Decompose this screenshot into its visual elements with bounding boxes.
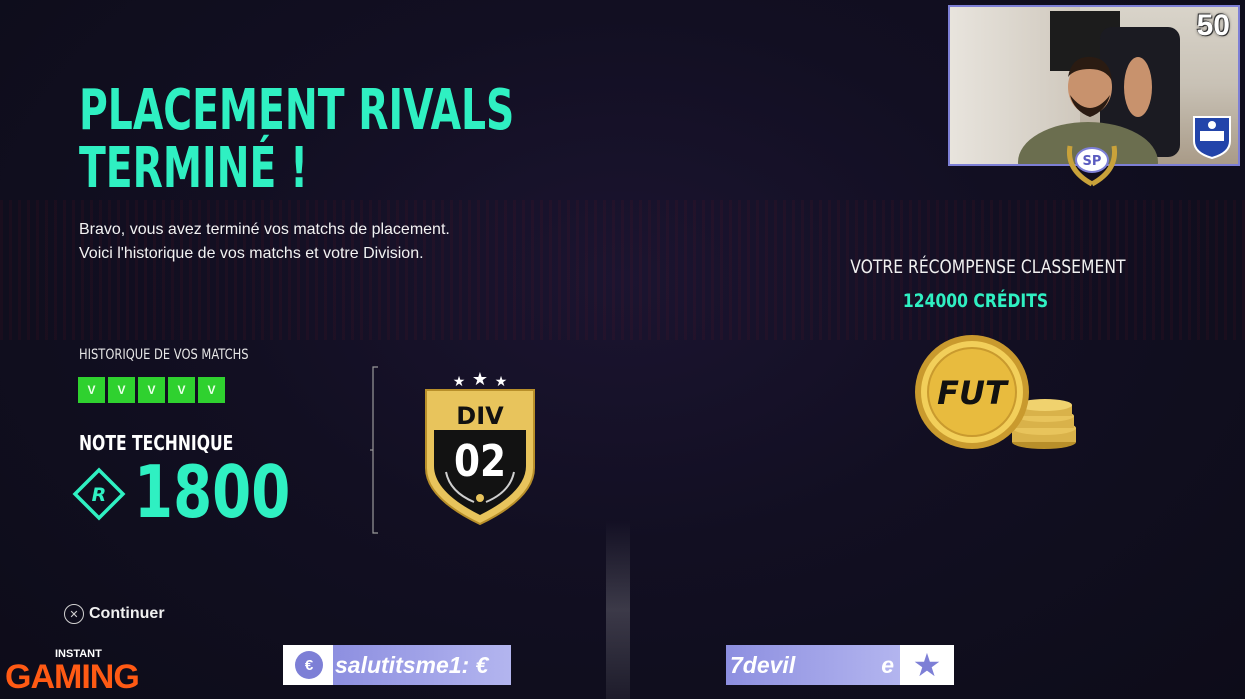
technical-rating-value: 1800 (134, 450, 291, 534)
viewer-count: 50 (1196, 9, 1230, 42)
reward-value: 124000 CRÉDITS (820, 290, 1130, 312)
follow-alert: 7devil e ★ (726, 645, 954, 685)
sponsor-big-text: GAMING (5, 658, 140, 696)
donation-alert: € salutitsme1: € (283, 645, 511, 685)
match-result: V (168, 377, 195, 403)
rating-diamond-icon: R (72, 467, 126, 521)
reward-label-text: VOTRE RÉCOMPENSE CLASSEMENT (850, 256, 1126, 278)
fut-coins-icon: FUT (915, 335, 1076, 449)
coin-label: FUT (937, 374, 1009, 412)
svg-text:SP: SP (1083, 154, 1102, 169)
match-history-label: HISTORIQUE DE VOS MATCHS (79, 347, 249, 363)
page-subtitle: Bravo, vous avez terminé vos matchs de p… (79, 218, 450, 266)
euro-coin-icon: € (295, 651, 323, 679)
star-icon: ★ (912, 647, 942, 683)
page-title: PLACEMENT RIVALS TERMINÉ ! (79, 82, 514, 198)
continue-label: Continuer (89, 605, 165, 622)
channel-logo-icon: SP (1066, 145, 1118, 187)
cross-button-icon: ✕ (64, 604, 84, 624)
title-line-1: PLACEMENT RIVALS (79, 78, 515, 143)
match-result: V (78, 377, 105, 403)
match-history: V V V V V (78, 377, 225, 403)
sponsor-logo: INSTANT GAMING (5, 648, 140, 696)
star-box: ★ (900, 645, 954, 685)
follow-alert-tail: e (881, 652, 894, 678)
match-result: V (108, 377, 135, 403)
division-number: 02 (453, 436, 507, 487)
reward-label: VOTRE RÉCOMPENSE CLASSEMENT (820, 256, 1130, 278)
follow-alert-text: 7devil (730, 652, 796, 678)
bracket-divider (370, 366, 378, 534)
follow-alert-message: 7devil e (726, 645, 900, 685)
team-shield-icon (1193, 116, 1231, 159)
division-label: DIV (456, 402, 504, 430)
stadium-light (606, 520, 630, 699)
star-icon: ★ (495, 374, 508, 390)
star-icon: ★ (472, 369, 488, 390)
donation-alert-text: salutitsme1: € (333, 645, 511, 685)
rating-icon-letter: R (92, 484, 107, 506)
subtitle-line-2: Voici l'historique de vos matchs et votr… (79, 245, 424, 262)
title-line-2: TERMINÉ ! (79, 136, 308, 201)
match-result: V (138, 377, 165, 403)
continue-button[interactable]: ✕ Continuer (64, 604, 165, 624)
star-icon: ★ (453, 374, 466, 390)
match-result: V (198, 377, 225, 403)
subtitle-line-1: Bravo, vous avez terminé vos matchs de p… (79, 221, 450, 238)
reward-value-text: 124000 CRÉDITS (902, 290, 1048, 312)
